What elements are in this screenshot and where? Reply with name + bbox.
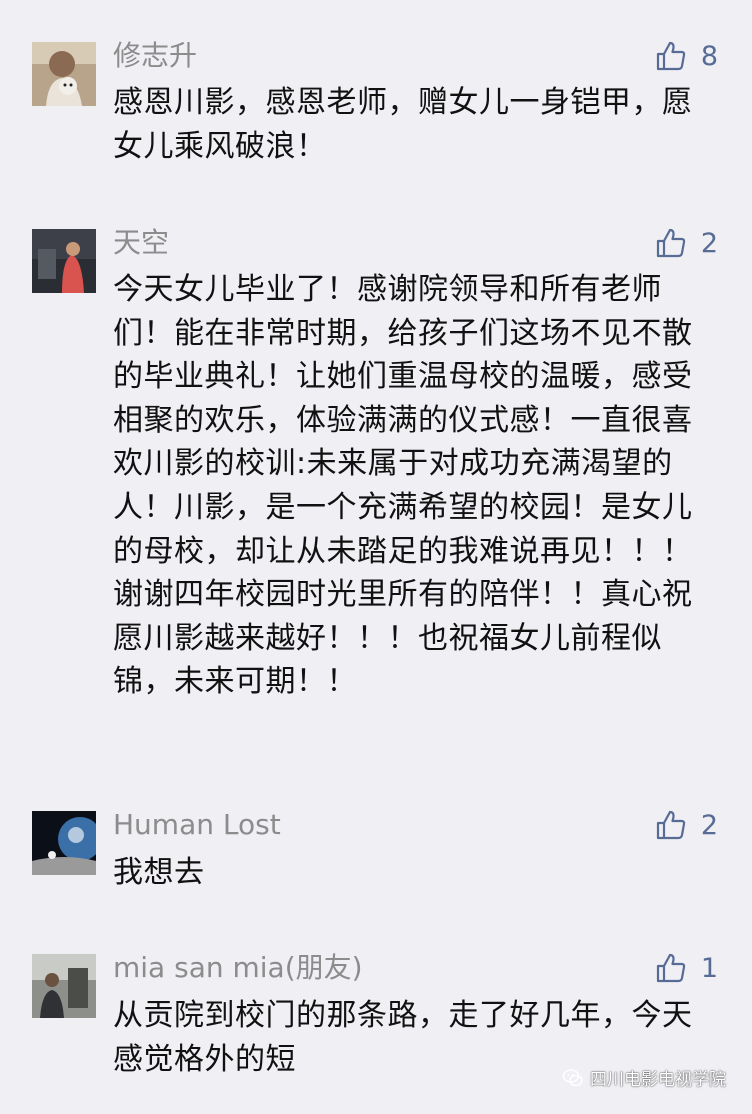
like-button[interactable]: 2: [655, 807, 718, 843]
like-button[interactable]: 2: [655, 225, 718, 261]
wechat-logo-icon: [562, 1068, 583, 1086]
commenter-name: 天空: [113, 226, 170, 259]
avatar-image: [32, 954, 96, 1018]
like-count: 2: [700, 227, 718, 259]
watermark-text: 四川电影电视学院: [590, 1070, 726, 1090]
avatar[interactable]: [32, 811, 96, 875]
commenter-name: mia san mia(朋友): [113, 951, 363, 984]
like-count: 8: [700, 40, 718, 72]
watermark: 四川电影电视学院: [562, 1065, 726, 1090]
avatar-image: [32, 229, 96, 293]
avatar[interactable]: [32, 42, 96, 106]
comment-text: 我想去: [113, 855, 205, 890]
like-count: 2: [700, 809, 718, 841]
avatar[interactable]: [32, 954, 96, 1018]
thumbs-up-icon: [656, 953, 685, 983]
comment-text: 感恩川影，感恩老师，赠女儿一身铠甲，愿女儿乘风破浪！: [113, 85, 693, 164]
commenter-name: 修志升: [113, 39, 198, 72]
thumbs-up-icon: [656, 41, 685, 71]
like-button[interactable]: 1: [655, 950, 718, 986]
commenter-name: Human Lost: [113, 808, 281, 841]
avatar[interactable]: [32, 229, 96, 293]
avatar-image: [32, 811, 96, 875]
like-button[interactable]: 8: [655, 38, 718, 74]
thumbs-up-icon: [656, 810, 685, 840]
thumbs-up-icon: [656, 228, 685, 258]
avatar-image: [32, 42, 96, 106]
comment-text: 今天女儿毕业了！感谢院领导和所有老师们！能在非常时期，给孩子们这场不见不散的毕业…: [113, 272, 693, 700]
like-count: 1: [700, 952, 718, 984]
